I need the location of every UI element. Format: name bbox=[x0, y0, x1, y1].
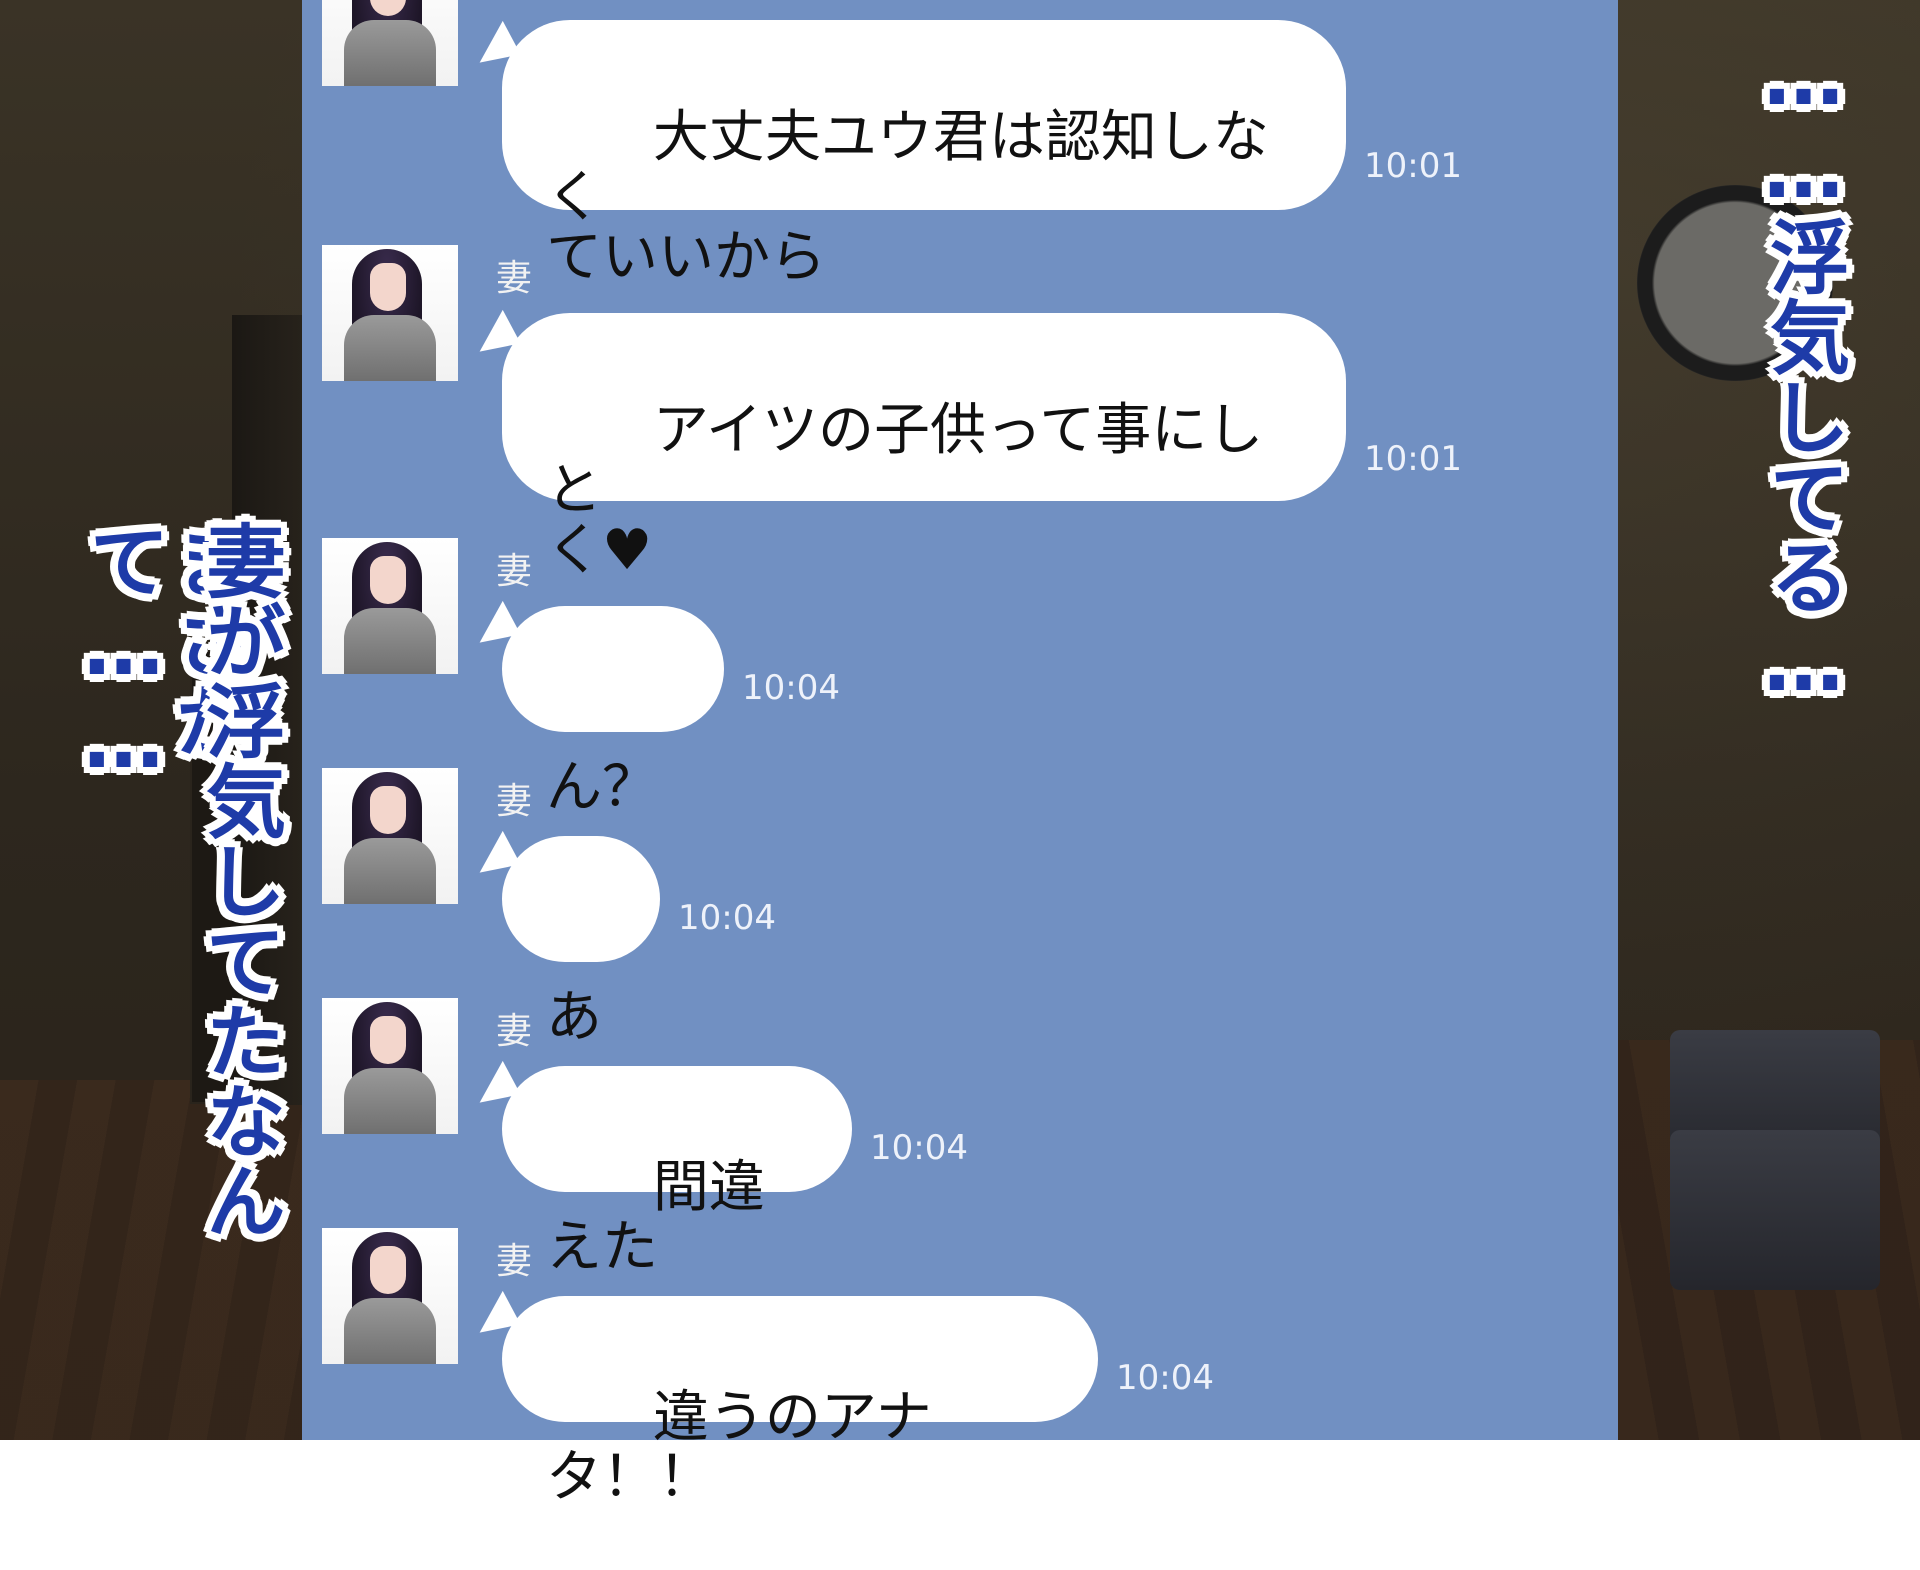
avatar[interactable] bbox=[322, 538, 458, 674]
narration-left-col2: 妻が浮気してたなんて…… bbox=[77, 520, 286, 1240]
narration-right: ……浮気してる… bbox=[1757, 30, 1850, 709]
message-time: 10:01 bbox=[1364, 439, 1462, 479]
message-time: 10:04 bbox=[678, 898, 776, 938]
message-bubble: 大丈夫ユウ君は認知しなく ていいから bbox=[502, 20, 1346, 288]
message-text: 間違えた bbox=[546, 1155, 765, 1280]
sender-name: 妻 bbox=[496, 1241, 533, 1282]
sender-name: 妻 bbox=[496, 258, 533, 299]
message-bubble: 違うのアナタ！！ bbox=[502, 1296, 1098, 1508]
sender-name: 妻 bbox=[496, 551, 533, 592]
message-time: 10:04 bbox=[742, 668, 840, 708]
message-text: あ bbox=[546, 985, 602, 1050]
message-text: ん？ bbox=[546, 755, 658, 820]
chair bbox=[1670, 1130, 1880, 1290]
message-bubble: 間違えた bbox=[502, 1066, 852, 1278]
message-bubble: あ bbox=[502, 836, 660, 1048]
message-time: 10:04 bbox=[1116, 1358, 1214, 1398]
avatar[interactable] bbox=[322, 0, 458, 86]
message-time: 10:04 bbox=[870, 1128, 968, 1168]
message-time: 10:01 bbox=[1364, 146, 1462, 186]
sender-name: 妻 bbox=[496, 781, 533, 822]
message-bubble: アイツの子供って事にしと く♥ bbox=[502, 313, 1346, 581]
avatar[interactable] bbox=[322, 245, 458, 381]
sender-name: 妻 bbox=[496, 1011, 533, 1052]
message-text: 大丈夫ユウ君は認知しなく ていいから bbox=[546, 105, 1269, 290]
message-bubble: ん？ bbox=[502, 606, 724, 818]
avatar[interactable] bbox=[322, 1228, 458, 1364]
message-text: アイツの子供って事にしと く♥ bbox=[546, 398, 1264, 583]
chat-panel[interactable]: 大丈夫ユウ君は認知しなく ていいから 10:01 妻 アイツの子供って事にしと … bbox=[302, 0, 1618, 1508]
message-text: 違うのアナタ！！ bbox=[546, 1385, 932, 1510]
avatar[interactable] bbox=[322, 768, 458, 904]
avatar[interactable] bbox=[322, 998, 458, 1134]
